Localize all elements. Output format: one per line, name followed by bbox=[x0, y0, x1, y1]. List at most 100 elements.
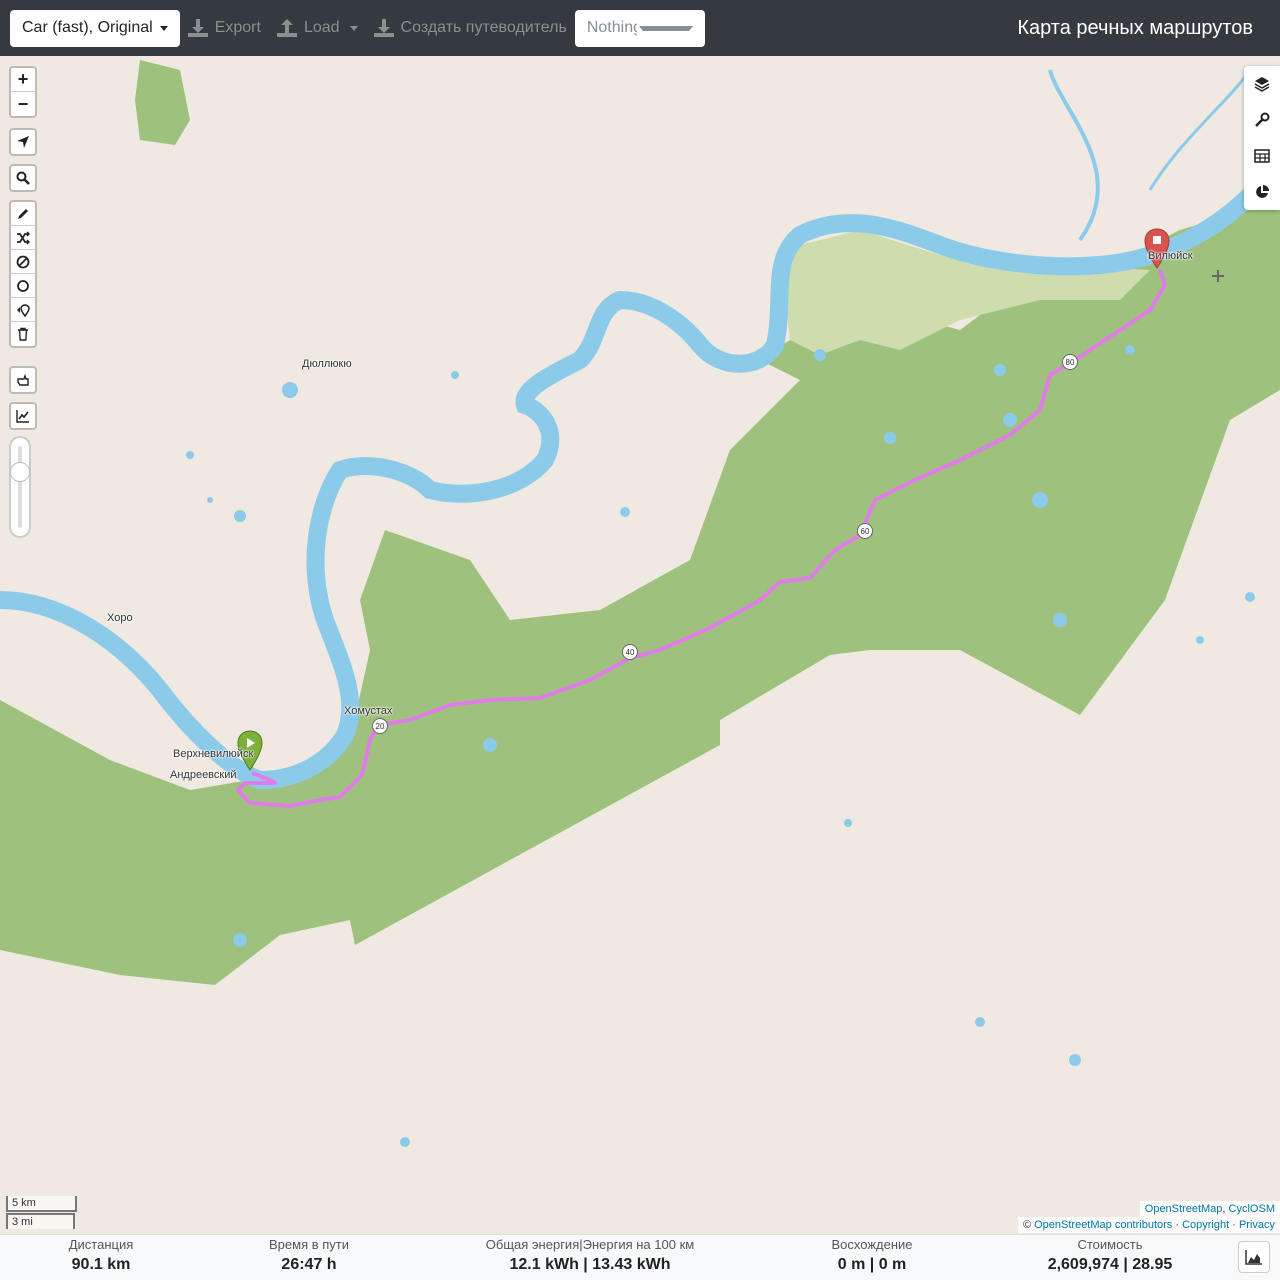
selection-dropdown[interactable]: Nothing selected bbox=[574, 9, 705, 47]
stat-time-label: Время в пути bbox=[269, 1237, 349, 1252]
upload-icon bbox=[276, 19, 297, 37]
profile-dropdown[interactable]: Car (fast), Original bbox=[10, 9, 180, 47]
elevation-chart-button[interactable] bbox=[1238, 1241, 1270, 1273]
place-label-vilyuysk: Вилюйск bbox=[1148, 250, 1193, 262]
map-canvas[interactable]: Дюллюкю Хоро Хомустах Верхневилюйск Андр… bbox=[0, 56, 1280, 1234]
shuffle-icon bbox=[17, 230, 30, 245]
stat-ascent-label: Восхождение bbox=[831, 1237, 913, 1252]
wrench-icon bbox=[1255, 112, 1270, 127]
no-go-area-button[interactable] bbox=[11, 250, 35, 274]
zoom-control: + − bbox=[9, 66, 37, 118]
load-dropdown[interactable]: Load bbox=[276, 10, 358, 47]
search-icon bbox=[16, 171, 30, 185]
download-icon bbox=[187, 19, 208, 37]
export-button[interactable]: Export bbox=[187, 10, 261, 47]
opacity-slider[interactable] bbox=[9, 436, 31, 538]
download-icon bbox=[373, 19, 394, 37]
road-shield: 80 bbox=[1062, 354, 1078, 370]
layers-tab[interactable] bbox=[1244, 66, 1280, 102]
elevation-control bbox=[9, 402, 37, 430]
privacy-link[interactable]: Privacy bbox=[1239, 1219, 1275, 1231]
zoom-in-button[interactable]: + bbox=[11, 68, 35, 92]
line-chart-icon bbox=[16, 410, 29, 423]
locate-button[interactable] bbox=[11, 130, 35, 154]
elevation-button[interactable] bbox=[11, 404, 35, 428]
road-shield: 40 bbox=[622, 644, 638, 660]
place-label-andreevsky: Андреевский bbox=[170, 769, 237, 781]
search-button[interactable] bbox=[11, 166, 35, 190]
stat-cost: Стоимость 2,609,974 | 28.95 bbox=[1035, 1237, 1185, 1277]
road-shield: 20 bbox=[372, 718, 388, 734]
stat-distance: Дистанция 90.1 km bbox=[41, 1237, 161, 1277]
place-label-khoro: Хоро bbox=[107, 612, 133, 624]
pie-chart-icon bbox=[1256, 185, 1269, 198]
draw-toolbar bbox=[9, 200, 37, 348]
settings-tab[interactable] bbox=[1244, 102, 1280, 138]
table-icon bbox=[1254, 149, 1270, 163]
ban-icon bbox=[16, 255, 30, 268]
create-guide-label: Создать путеводитель bbox=[400, 19, 567, 36]
stat-time: Время в пути 26:47 h bbox=[244, 1237, 374, 1277]
area-chart-icon bbox=[1245, 1250, 1262, 1265]
slider-track bbox=[18, 446, 22, 528]
place-label-verkhnevilyuysk: Верхневилюйск bbox=[173, 748, 254, 760]
reverse-route-button[interactable] bbox=[11, 226, 35, 250]
top-navbar: Car (fast), Original Export Load Создать… bbox=[0, 0, 1280, 56]
pointer-control bbox=[9, 366, 37, 394]
scale-imperial: 3 mi bbox=[6, 1213, 75, 1229]
osm-link[interactable]: OpenStreetMap bbox=[1145, 1203, 1223, 1215]
layers-icon bbox=[1254, 77, 1270, 92]
trash-icon bbox=[18, 327, 28, 341]
stat-time-value: 26:47 bbox=[281, 1256, 323, 1273]
place-label-khomustakh: Хомустах bbox=[344, 705, 393, 717]
locate-control bbox=[9, 128, 37, 156]
slider-knob[interactable] bbox=[10, 462, 30, 482]
stat-distance-label: Дистанция bbox=[68, 1237, 134, 1252]
chevron-down-icon bbox=[349, 25, 358, 31]
brand-title: Карта речных маршрутов bbox=[1017, 17, 1253, 39]
table-tab[interactable] bbox=[1244, 138, 1280, 174]
profile-label: Car (fast), Original bbox=[22, 19, 153, 36]
stat-energy-per100: 13.43 bbox=[592, 1256, 633, 1273]
stat-distance-value: 90.1 bbox=[71, 1256, 103, 1273]
map-tiles bbox=[0, 56, 1280, 1234]
map-attribution: © OpenStreetMap contributors · Copyright… bbox=[1017, 1217, 1280, 1233]
zoom-out-button[interactable]: − bbox=[11, 92, 35, 116]
delete-point-button[interactable] bbox=[11, 298, 35, 322]
circle-tool-button[interactable] bbox=[11, 274, 35, 298]
stat-ascent-up: 0 bbox=[837, 1256, 847, 1273]
cyclosm-link[interactable]: CyclOSM bbox=[1229, 1203, 1275, 1215]
stat-cost-total: 2,609,974 bbox=[1047, 1256, 1119, 1273]
stat-energy-label: Общая энергия|Энергия на 100 км bbox=[485, 1237, 695, 1252]
sidebar-tabs bbox=[1244, 66, 1280, 210]
circle-icon bbox=[17, 279, 29, 292]
stat-energy: Общая энергия|Энергия на 100 км 12.1 kWh… bbox=[470, 1237, 710, 1277]
search-control bbox=[9, 164, 37, 192]
stat-cost-per-km: 28.95 bbox=[1132, 1256, 1173, 1273]
stat-energy-total: 12.1 bbox=[509, 1256, 541, 1273]
stat-ascent-down: 0 bbox=[878, 1256, 888, 1273]
copyright-link[interactable]: Copyright bbox=[1182, 1219, 1229, 1231]
road-shield: 60 bbox=[857, 523, 873, 539]
hand-pointer-icon bbox=[17, 373, 29, 386]
export-label: Export bbox=[214, 19, 261, 36]
stat-ascent: Восхождение 0 m | 0 m bbox=[812, 1237, 932, 1277]
chevron-down-icon bbox=[639, 25, 693, 31]
scale-metric: 5 km bbox=[6, 1196, 77, 1212]
delete-route-button[interactable] bbox=[11, 322, 35, 346]
route-stats-bar: Дистанция 90.1 km Время в пути 26:47 h О… bbox=[0, 1234, 1280, 1280]
pencil-icon bbox=[18, 208, 28, 219]
selection-placeholder: Nothing selected bbox=[586, 19, 638, 36]
load-label: Load bbox=[303, 19, 340, 36]
stat-cost-label: Стоимость bbox=[1077, 1237, 1143, 1252]
location-arrow-icon bbox=[17, 136, 29, 148]
place-label-dyullyuyu: Дюллюкю bbox=[302, 358, 352, 370]
pointer-button[interactable] bbox=[11, 368, 35, 392]
draw-route-button[interactable] bbox=[11, 202, 35, 226]
create-guide-button[interactable]: Создать путеводитель bbox=[373, 10, 567, 47]
analysis-tab[interactable] bbox=[1244, 174, 1280, 210]
layer-attribution: OpenStreetMap, CyclOSM bbox=[1139, 1201, 1280, 1217]
osm-contributors-link[interactable]: OpenStreetMap contributors bbox=[1034, 1219, 1172, 1231]
marker-delete-icon bbox=[17, 303, 30, 317]
chevron-down-icon bbox=[159, 25, 168, 31]
